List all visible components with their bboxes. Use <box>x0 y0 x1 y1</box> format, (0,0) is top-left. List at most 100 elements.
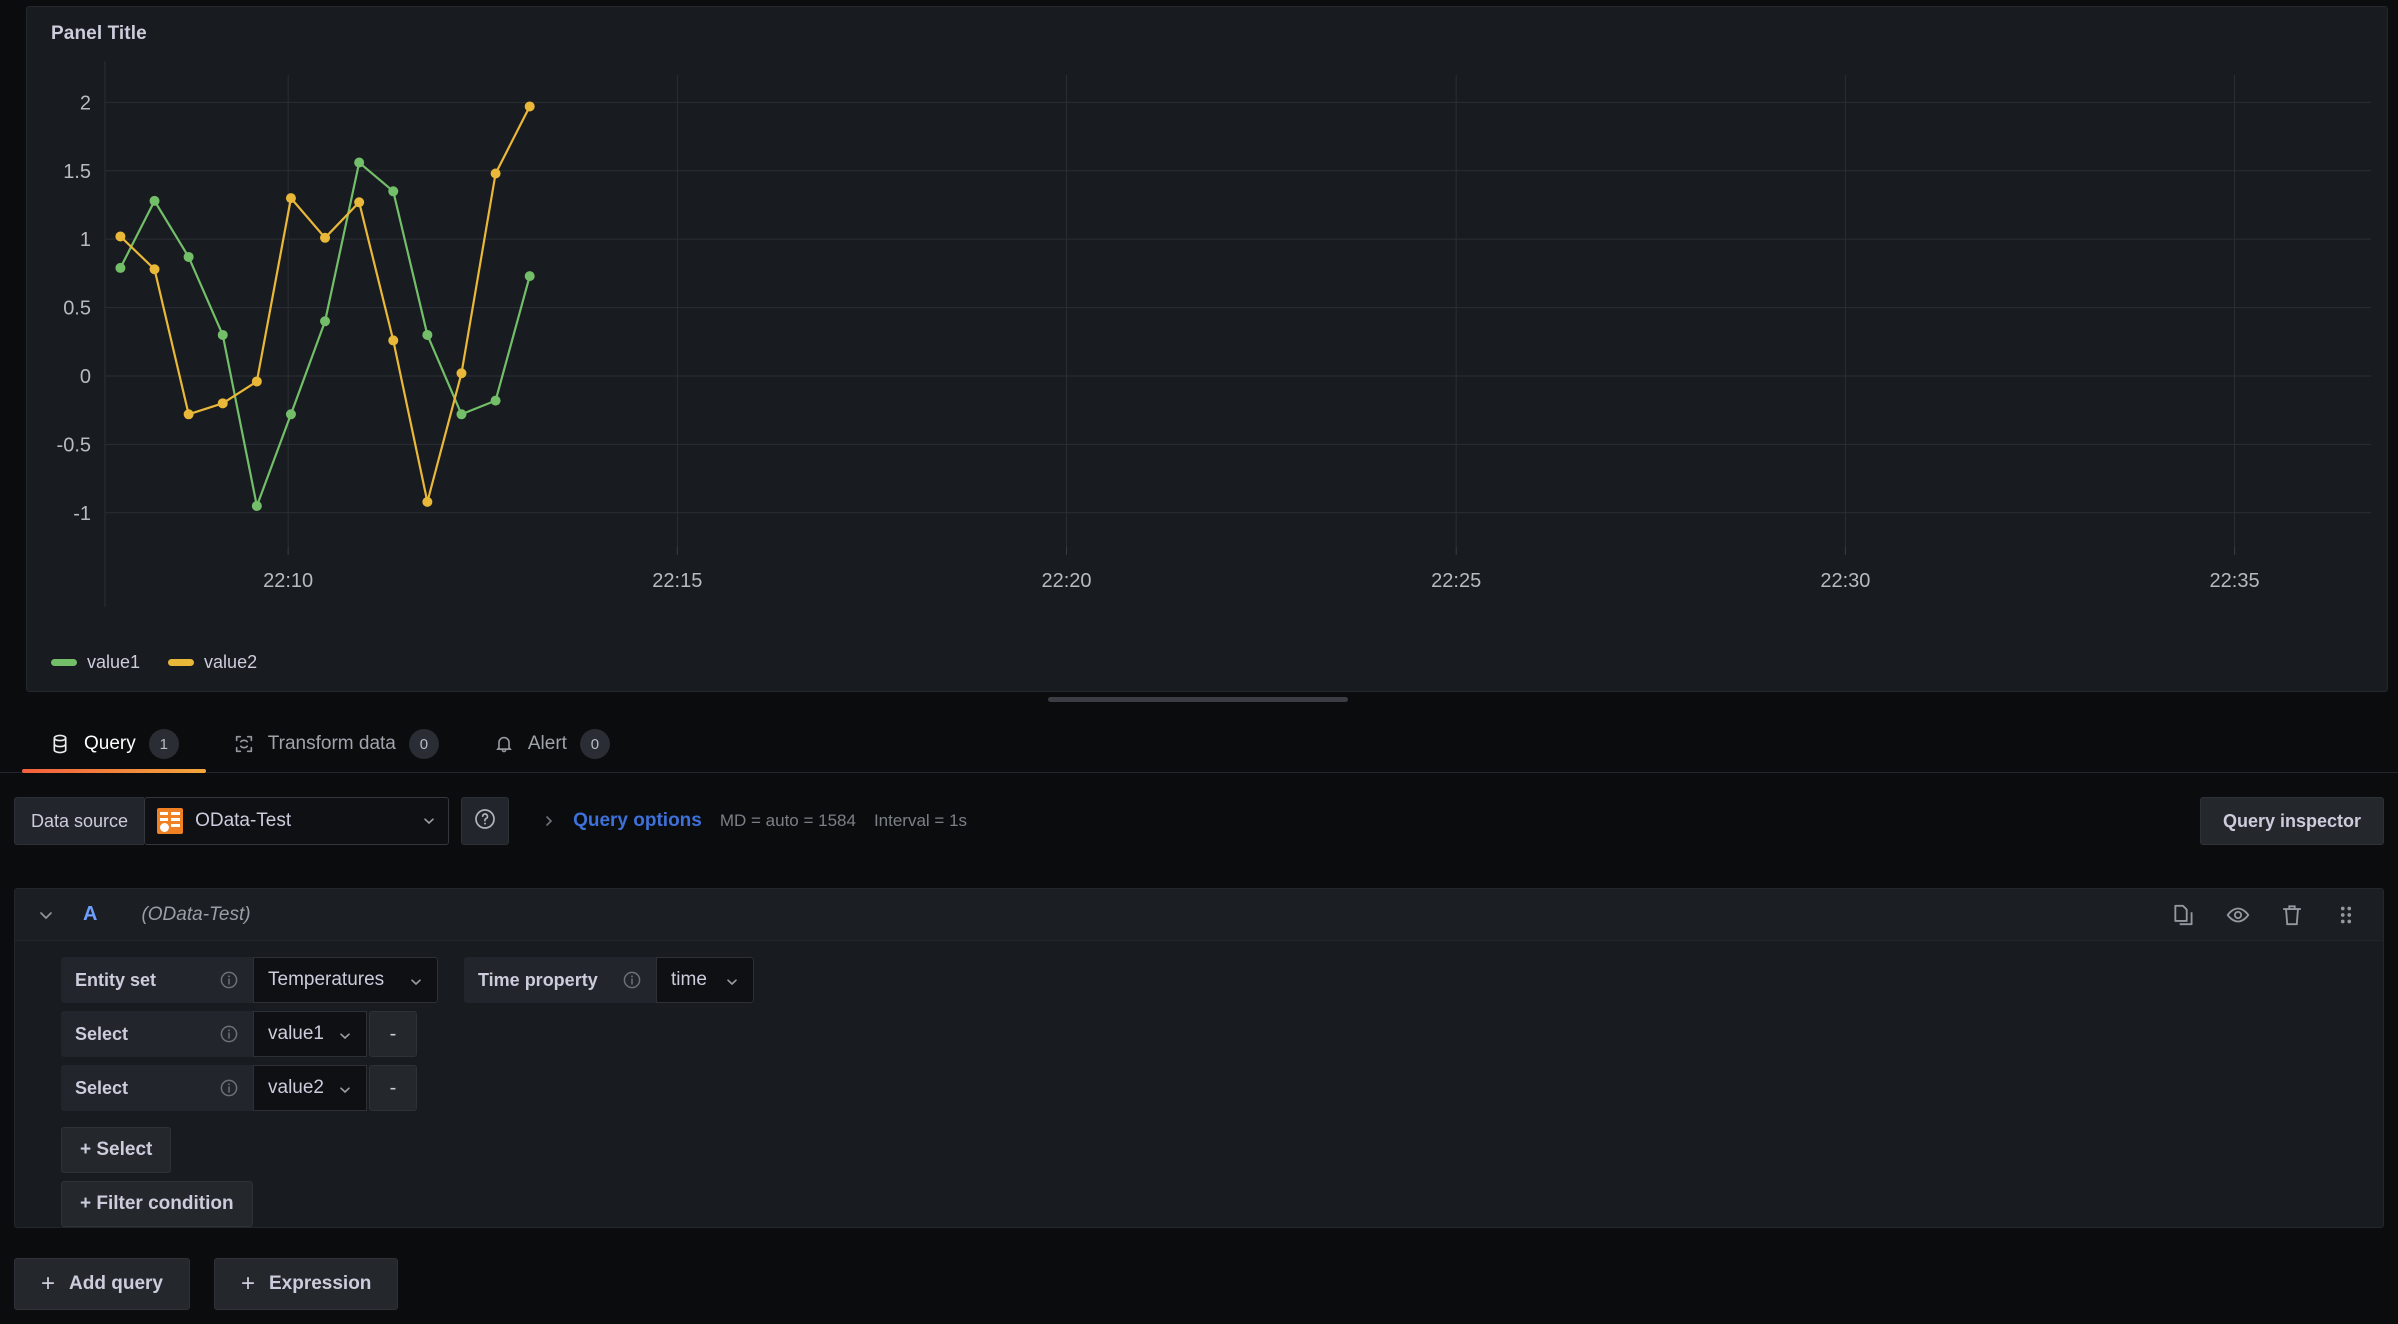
select-label: Select <box>61 1065 253 1111</box>
svg-text:22:10: 22:10 <box>263 570 313 592</box>
svg-text:22:25: 22:25 <box>1431 570 1481 592</box>
svg-text:-0.5: -0.5 <box>57 434 91 456</box>
svg-text:22:35: 22:35 <box>2210 570 2260 592</box>
select-row-1: Select value1 - <box>61 1011 2383 1057</box>
tab-count-badge: 0 <box>408 729 439 759</box>
legend-item-value1[interactable]: value1 <box>51 652 140 673</box>
visualization-panel: Panel Title -1 -0.5 0 0.5 1 1.5 2 22:10 22:15 22:… <box>26 6 2388 692</box>
time-property-select[interactable]: time <box>656 957 754 1003</box>
select-label-text: Select <box>75 1023 129 1044</box>
datasource-selected-value: OData-Test <box>195 810 292 831</box>
svg-text:1: 1 <box>80 229 91 251</box>
add-expression-label: Expression <box>268 1273 372 1294</box>
entity-set-label: Entity set <box>61 957 253 1003</box>
panel-horizontal-scrollbar[interactable] <box>1048 697 1348 702</box>
query-row-actions <box>2171 889 2373 941</box>
entity-set-label-text: Entity set <box>75 969 157 990</box>
add-filter-condition-button[interactable]: + Filter condition <box>61 1181 253 1227</box>
page-title: Panel Title <box>51 23 147 44</box>
time-property-label: Time property <box>464 957 656 1003</box>
editor-tab-bar: Query 1 Transform data 0 Alert 0 <box>0 715 2398 773</box>
query-options-toggle[interactable]: Query options <box>573 810 702 832</box>
select-row-2: Select value2 - <box>61 1065 2383 1111</box>
query-editor-body: Entity set Temperatures Time property ti… <box>15 941 2383 1227</box>
entity-set-select[interactable]: Temperatures <box>253 957 438 1003</box>
select-property-value: value2 <box>268 1077 324 1098</box>
query-datasource-hint: (OData-Test) <box>141 903 251 925</box>
transform-icon <box>233 733 255 755</box>
query-editor-header: A (OData-Test) <box>15 889 2383 941</box>
query-footer-actions: + Add query + Expression <box>14 1258 399 1310</box>
datasource-row: Data source OData-Test Query options MD … <box>0 790 2398 852</box>
help-circle-icon <box>473 807 497 836</box>
svg-text:22:15: 22:15 <box>652 570 702 592</box>
svg-text:22:30: 22:30 <box>1820 570 1870 592</box>
tab-label: Transform data <box>267 733 396 754</box>
add-select-button[interactable]: + Select <box>61 1127 172 1173</box>
time-property-value: time <box>671 969 707 990</box>
select-property-select[interactable]: value2 <box>253 1065 367 1111</box>
legend-color-swatch <box>168 659 195 666</box>
duplicate-query-icon[interactable] <box>2171 902 2197 928</box>
tab-alert[interactable]: Alert 0 <box>466 715 637 773</box>
chevron-right-icon <box>543 813 555 829</box>
chevron-down-icon <box>422 814 436 828</box>
tab-count-badge: 1 <box>148 729 179 759</box>
svg-text:0.5: 0.5 <box>63 298 91 320</box>
query-options-group[interactable]: Query options MD = auto = 1584 Interval … <box>543 810 967 832</box>
info-circle-icon[interactable] <box>622 970 642 990</box>
collapse-chevron-down-icon[interactable] <box>37 906 55 924</box>
legend-label: value1 <box>87 652 141 672</box>
datasource-help-button[interactable] <box>461 797 510 845</box>
grafana-panel-edit-page: Panel Title -1 -0.5 0 0.5 1 1.5 2 22:10 22:15 22:… <box>0 0 2398 1324</box>
legend-color-swatch <box>51 659 77 666</box>
add-query-label: Add query <box>69 1273 163 1294</box>
query-inspector-button[interactable]: Query inspector <box>2199 797 2384 845</box>
max-data-points-info: MD = auto = 1584 <box>719 811 856 830</box>
entity-set-value: Temperatures <box>268 969 385 990</box>
svg-text:1.5: 1.5 <box>63 161 91 183</box>
tab-label: Alert <box>527 733 567 754</box>
query-ref-id[interactable]: A <box>83 903 97 926</box>
query-editor-row-A: A (OData-Test) Entity set Temperatures T… <box>14 888 2384 1228</box>
plus-icon: + <box>41 1270 56 1297</box>
info-circle-icon[interactable] <box>219 970 239 990</box>
info-circle-icon[interactable] <box>219 1078 239 1098</box>
select-property-select[interactable]: value1 <box>253 1011 367 1057</box>
svg-text:-1: -1 <box>73 503 91 525</box>
plus-icon: + <box>240 1270 255 1297</box>
remove-select-button[interactable]: - <box>369 1065 417 1111</box>
svg-text:2: 2 <box>80 92 91 114</box>
remove-select-button[interactable]: - <box>369 1011 417 1057</box>
bell-icon <box>493 733 515 755</box>
select-property-value: value1 <box>268 1023 324 1044</box>
tab-label: Query <box>84 733 136 754</box>
tab-query[interactable]: Query 1 <box>22 715 206 773</box>
info-circle-icon[interactable] <box>219 1024 239 1044</box>
chevron-down-icon <box>725 973 739 987</box>
chevron-down-icon <box>409 973 423 987</box>
add-expression-button[interactable]: + Expression <box>213 1258 399 1310</box>
entity-set-row: Entity set Temperatures Time property ti… <box>61 957 2383 1003</box>
tab-count-badge: 0 <box>579 729 610 759</box>
datasource-picker[interactable]: OData-Test <box>144 797 450 845</box>
time-property-label-text: Time property <box>478 969 598 990</box>
svg-text:0: 0 <box>80 366 91 388</box>
legend-item-value2[interactable]: value2 <box>168 652 257 673</box>
time-series-plot[interactable]: -1 -0.5 0 0.5 1 1.5 2 22:10 22:15 22:20 22:25 22:30… <box>27 55 2389 647</box>
datasource-label: Data source <box>14 797 145 845</box>
odata-datasource-icon <box>157 808 184 834</box>
add-query-button[interactable]: + Add query <box>14 1258 190 1310</box>
select-label-text: Select <box>75 1077 129 1098</box>
select-label: Select <box>61 1011 253 1057</box>
database-icon <box>49 733 71 755</box>
legend-label: value2 <box>204 652 258 672</box>
tab-transform-data[interactable]: Transform data 0 <box>206 715 466 773</box>
remove-query-icon[interactable] <box>2279 902 2305 928</box>
plot-svg: -1 -0.5 0 0.5 1 1.5 2 22:10 22:15 22:20 22:25 22:30… <box>57 61 2371 607</box>
chevron-down-icon <box>338 1027 352 1041</box>
chart-legend: value1 value2 <box>51 652 257 673</box>
drag-handle-icon[interactable] <box>2333 902 2359 928</box>
svg-text:22:20: 22:20 <box>1042 570 1092 592</box>
hide-response-icon[interactable] <box>2225 902 2251 928</box>
